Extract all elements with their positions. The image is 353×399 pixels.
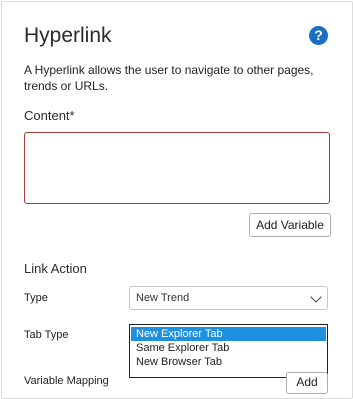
- question-circle-icon[interactable]: ?: [309, 26, 328, 45]
- link-action-heading: Link Action: [24, 261, 87, 276]
- tab-type-option[interactable]: New Explorer Tab: [131, 327, 326, 341]
- type-label: Type: [24, 292, 48, 304]
- type-select-value: New Trend: [136, 292, 190, 304]
- hyperlink-panel: Hyperlink ? A Hyperlink allows the user …: [1, 1, 353, 399]
- add-variable-button[interactable]: Add Variable: [249, 213, 331, 237]
- tab-type-option[interactable]: Same Explorer Tab: [130, 341, 327, 355]
- panel-description: A Hyperlink allows the user to navigate …: [24, 63, 314, 93]
- tab-type-option[interactable]: New Browser Tab: [130, 355, 327, 369]
- add-mapping-button[interactable]: Add: [286, 372, 328, 394]
- content-input[interactable]: [24, 132, 330, 204]
- variable-mapping-label: Variable Mapping: [24, 375, 109, 387]
- type-select[interactable]: New Trend: [129, 286, 328, 310]
- panel-title: Hyperlink: [24, 24, 112, 47]
- content-label: Content*: [24, 108, 75, 123]
- chevron-down-icon: [310, 291, 322, 303]
- tab-type-label: Tab Type: [24, 329, 69, 341]
- tab-type-dropdown-list[interactable]: New Explorer Tab Same Explorer Tab New B…: [129, 324, 328, 378]
